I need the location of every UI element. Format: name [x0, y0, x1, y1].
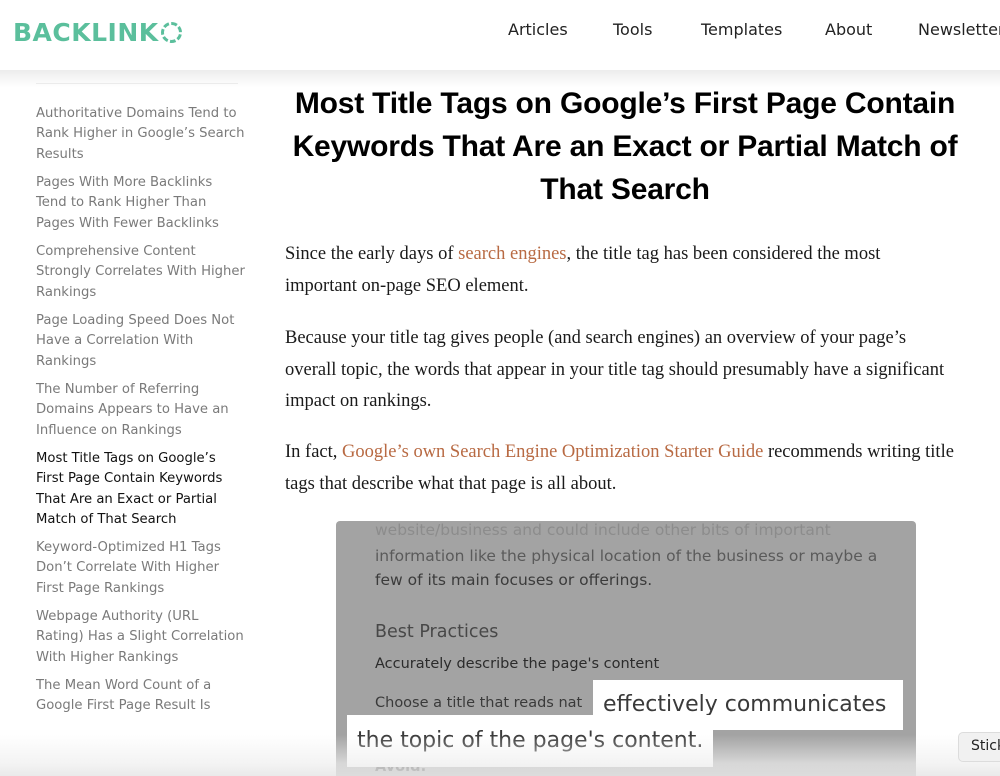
highlight-callout: the topic of the page's content.	[347, 715, 713, 767]
site-header: BACKLINK Articles Tools Templates About …	[0, 0, 1000, 70]
nav-templates[interactable]: Templates	[701, 20, 782, 39]
seo-starter-guide-link[interactable]: Google’s own Search Engine Optimization …	[342, 442, 763, 462]
search-engines-link[interactable]: search engines	[458, 244, 566, 264]
backlinko-logo[interactable]: BACKLINK	[13, 17, 182, 47]
toc-item[interactable]: The Number of Referring Domains Appears …	[36, 380, 246, 441]
paragraph-2: Because your title tag gives people (and…	[285, 328, 945, 411]
sticky-tab-button[interactable]: Sticky	[958, 732, 1000, 762]
paragraph-text: In fact,	[285, 442, 343, 462]
nav-tools[interactable]: Tools	[613, 20, 652, 39]
guide-faded-line: website/business and could include other…	[375, 521, 831, 539]
nav-about[interactable]: About	[825, 20, 872, 39]
toc-item[interactable]: The Mean Word Count of a Google First Pa…	[36, 676, 246, 717]
header-shadow	[0, 70, 1000, 88]
paragraph-3: In fact, Google’s own Search Engine Opti…	[285, 437, 955, 500]
nav-newsletter[interactable]: Newsletter	[918, 20, 1000, 39]
logo-text: BACKLINK	[13, 17, 159, 47]
toc-item[interactable]: Keyword-Optimized H1 Tags Don’t Correlat…	[36, 538, 246, 599]
toc-item[interactable]: Webpage Authority (URL Rating) Has a Sli…	[36, 607, 246, 668]
nav-articles[interactable]: Articles	[508, 20, 568, 39]
guide-subheading: Accurately describe the page's content	[375, 656, 660, 672]
toc-item[interactable]: Page Loading Speed Does Not Have a Corre…	[36, 311, 246, 372]
paragraph-text: Since the early days of	[285, 244, 459, 264]
guide-heading: Best Practices	[375, 622, 499, 642]
logo-ring-o-icon	[160, 21, 182, 43]
paragraph-1: Since the early days of search engines, …	[285, 239, 955, 302]
toc-item[interactable]: Comprehensive Content Strongly Correlate…	[36, 242, 246, 303]
toc-item[interactable]: Pages With More Backlinks Tend to Rank H…	[36, 173, 246, 234]
guide-body: Choose a title that reads nat	[375, 695, 583, 711]
section-title: Most Title Tags on Google’s First Page C…	[292, 87, 958, 206]
toc-item[interactable]: Authoritative Domains Tend to Rank Highe…	[36, 104, 246, 165]
toc-item-active[interactable]: Most Title Tags on Google’s First Page C…	[36, 449, 246, 531]
guide-line: information like the physical location o…	[375, 547, 878, 565]
guide-line: few of its main focuses or offerings.	[375, 571, 653, 589]
